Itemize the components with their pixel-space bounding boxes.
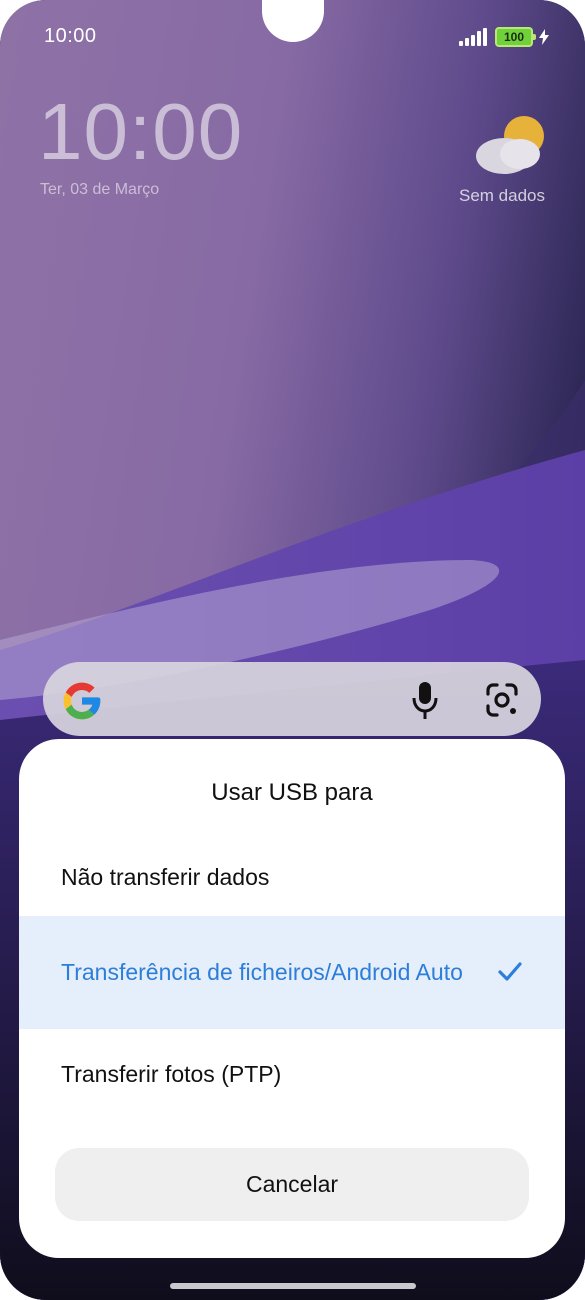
- microphone-icon[interactable]: [410, 682, 440, 720]
- partly-cloudy-icon: [476, 116, 544, 174]
- lock-screen-date: Ter, 03 de Março: [40, 181, 160, 198]
- option-photo-transfer-ptp[interactable]: Transferir fotos (PTP): [19, 1048, 565, 1100]
- cancel-label: Cancelar: [245, 1171, 339, 1197]
- signal-bars-icon: [459, 28, 487, 46]
- google-search-bar[interactable]: [43, 662, 541, 736]
- option-label: Não transferir dados: [61, 863, 270, 890]
- google-g-icon: [63, 682, 101, 720]
- dialog-title: Usar USB para: [211, 779, 373, 806]
- lightning-icon: [539, 29, 549, 45]
- lock-screen-clock: 10:00: [38, 87, 244, 176]
- home-indicator[interactable]: [170, 1283, 416, 1289]
- cancel-button[interactable]: Cancelar: [55, 1148, 529, 1221]
- checkmark-icon: [498, 962, 522, 981]
- option-file-transfer-android-auto[interactable]: Transferência de ficheiros/Android Auto: [19, 916, 565, 1029]
- status-icons: 100: [459, 26, 549, 48]
- option-label: Transferência de ficheiros/Android Auto: [61, 959, 463, 985]
- weather-status: Sem dados: [459, 186, 545, 205]
- usb-mode-dialog: Usar USB para Não transferir dados Trans…: [19, 739, 565, 1258]
- option-no-data-transfer[interactable]: Não transferir dados: [19, 851, 565, 903]
- status-time: 10:00: [44, 25, 97, 47]
- battery-level: 100: [503, 30, 525, 44]
- option-label: Transferir fotos (PTP): [61, 1060, 282, 1087]
- google-lens-icon[interactable]: [484, 682, 520, 718]
- battery-indicator: 100: [495, 27, 536, 47]
